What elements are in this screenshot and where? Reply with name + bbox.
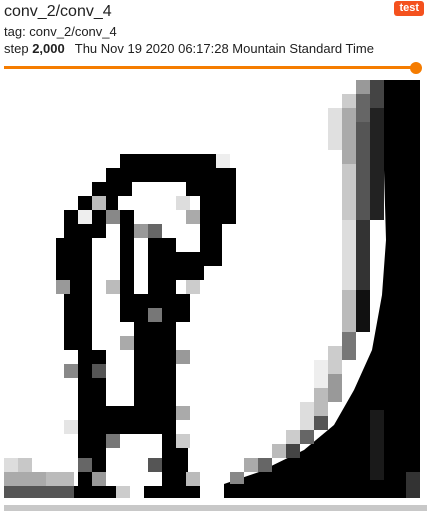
card-title: conv_2/conv_4 — [4, 3, 112, 20]
card-header: conv_2/conv_4 test tag: conv_2/conv_4 st… — [0, 0, 429, 80]
image-viewer — [4, 80, 420, 498]
step-slider[interactable] — [4, 61, 422, 75]
step-prefix: step — [4, 41, 29, 56]
feature-map-image — [4, 80, 420, 498]
step-line: step 2,000 Thu Nov 19 2020 06:17:28 Mount… — [4, 41, 374, 57]
slider-track[interactable] — [4, 66, 420, 69]
run-badge: test — [394, 1, 424, 16]
step-timestamp: Thu Nov 19 2020 06:17:28 Mountain Standa… — [74, 41, 374, 56]
tag-label: tag: conv_2/conv_4 — [4, 24, 117, 39]
step-value: 2,000 — [32, 41, 65, 56]
horizontal-scrollbar[interactable] — [4, 505, 427, 511]
slider-thumb[interactable] — [410, 62, 422, 74]
